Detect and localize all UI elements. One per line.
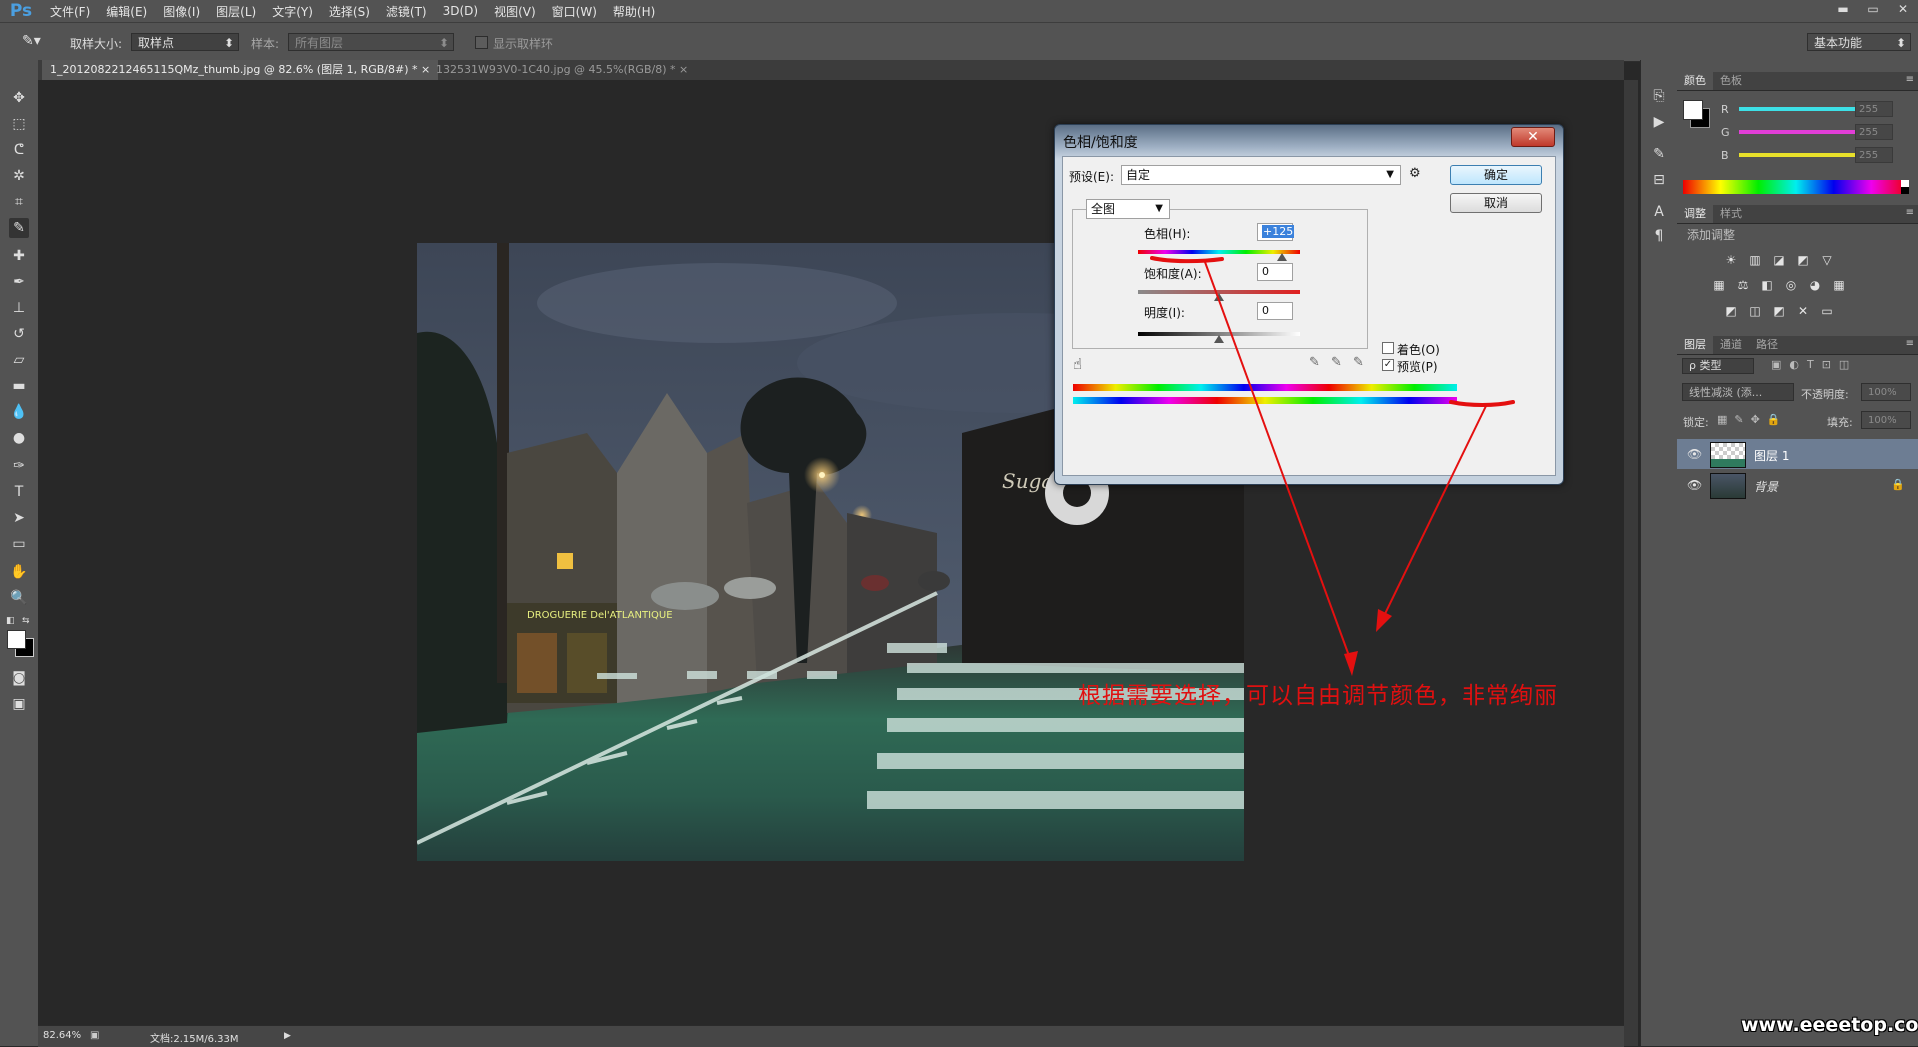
annotation-text: 根据需要选择，可以自由调节颜色，非常绚丽	[1078, 683, 1558, 709]
arrow-line-left	[1204, 261, 1353, 665]
colorize-underline-mark	[1449, 400, 1515, 407]
arrow-line-right	[1381, 405, 1487, 621]
arrow-head-right	[1376, 609, 1392, 632]
watermark: www.eeeetop.com	[1741, 1014, 1918, 1036]
annotation-overlay	[1150, 256, 1515, 676]
arrow-head-left	[1344, 651, 1358, 676]
hue-underline-mark	[1150, 256, 1224, 264]
